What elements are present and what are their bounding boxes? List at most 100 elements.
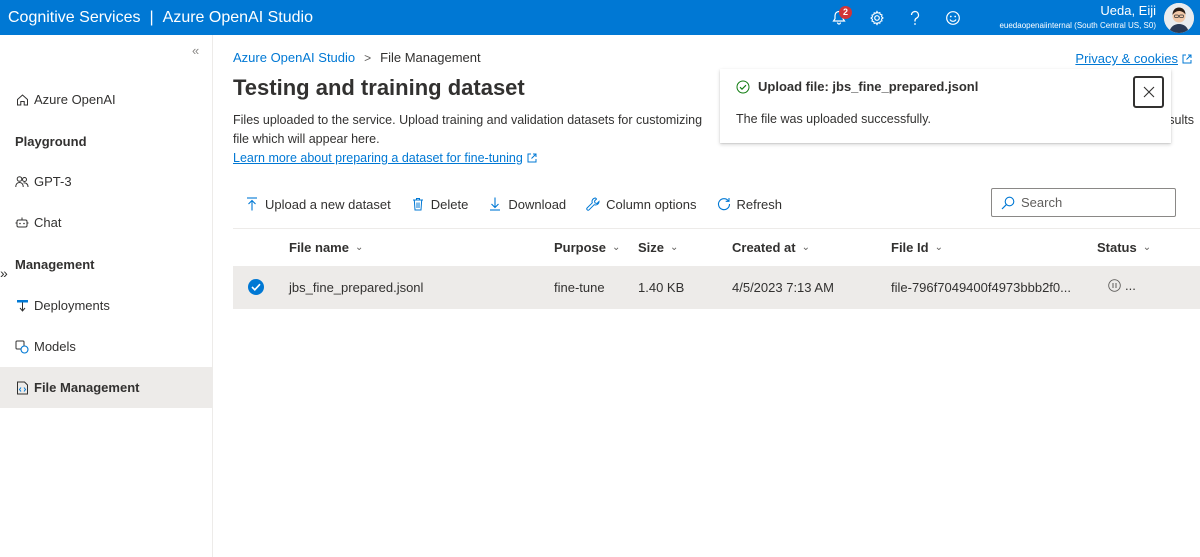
breadcrumb-root-link[interactable]: Azure OpenAI Studio: [233, 50, 355, 65]
cell-size: 1.40 KB: [638, 280, 685, 295]
top-bar: Cognitive Services | Azure OpenAI Studio…: [0, 0, 1200, 35]
column-header-label: Created at: [732, 240, 796, 255]
column-header-label: Purpose: [554, 240, 607, 255]
collapse-sidebar-button[interactable]: «: [192, 43, 199, 58]
search-box[interactable]: [991, 188, 1176, 217]
models-icon: [15, 340, 29, 354]
feedback-button[interactable]: [934, 0, 972, 35]
gear-icon: [870, 9, 884, 26]
column-header-file-id[interactable]: File Id ⌄: [891, 240, 943, 255]
cell-file-name: jbs_fine_prepared.jsonl: [289, 280, 424, 295]
brand: Cognitive Services | Azure OpenAI Studio: [0, 9, 313, 27]
feedback-smiley-icon: [946, 10, 960, 25]
brand-azure-openai-studio[interactable]: Azure OpenAI Studio: [163, 9, 313, 27]
settings-button[interactable]: [858, 0, 896, 35]
sidebar-heading-management: Management: [15, 257, 95, 272]
chat-bot-icon: [15, 216, 29, 230]
close-icon: [1143, 86, 1154, 98]
column-header-created-at[interactable]: Created at ⌄: [732, 240, 810, 255]
column-header-label: Status: [1097, 240, 1137, 255]
brand-cognitive-services[interactable]: Cognitive Services: [8, 9, 141, 27]
row-selected-checkbox[interactable]: [248, 279, 264, 295]
column-header-label: File Id: [891, 240, 929, 255]
column-header-size[interactable]: Size ⌄: [638, 240, 678, 255]
people-icon: [15, 175, 29, 189]
delete-label: Delete: [430, 196, 469, 212]
checkmark-icon: [251, 283, 261, 291]
sidebar-item-label: File Management: [34, 380, 140, 395]
status-label: ...: [1125, 278, 1136, 293]
chevron-down-icon: ⌄: [801, 242, 810, 253]
cell-status: ...: [1108, 278, 1136, 293]
sidebar-heading-playground: Playground: [15, 134, 87, 149]
chevron-down-icon: ⌄: [1142, 242, 1152, 253]
upload-dataset-label: Upload a new dataset: [265, 196, 391, 212]
help-icon: [910, 10, 920, 25]
close-toast-button[interactable]: [1133, 76, 1164, 108]
trash-icon: [411, 197, 425, 211]
sidebar-item-file-management[interactable]: File Management: [0, 367, 212, 408]
sidebar-item-label: Chat: [34, 215, 62, 230]
privacy-link[interactable]: Privacy & cookies: [1075, 51, 1192, 66]
column-header-label: File name: [289, 240, 349, 255]
cell-created-at: 4/5/2023 7:13 AM: [732, 280, 834, 295]
refresh-icon: [717, 197, 731, 211]
table-header: File name ⌄ Purpose ⌄ Size ⌄ Created at …: [233, 228, 1200, 266]
column-options-button[interactable]: Column options: [574, 186, 704, 222]
file-code-icon: [15, 381, 29, 395]
notification-badge: 2: [839, 6, 852, 19]
chevron-down-icon: ⌄: [934, 242, 943, 253]
column-header-label: Size: [638, 240, 665, 255]
toast-title: Upload file: jbs_fine_prepared.jsonl: [736, 79, 978, 94]
table-row[interactable]: jbs_fine_prepared.jsonl fine-tune 1.40 K…: [233, 266, 1200, 309]
upload-dataset-button[interactable]: Upload a new dataset: [233, 186, 399, 222]
account-info[interactable]: Ueda, Eiji euedaopenaiinternal (South Ce…: [999, 4, 1156, 30]
sidebar-item-label: Azure OpenAI: [34, 92, 116, 107]
sidebar-item-label: Deployments: [34, 298, 110, 313]
download-icon: [488, 197, 502, 211]
sidebar-item-chat[interactable]: Chat: [0, 202, 212, 243]
success-check-icon: [736, 80, 750, 93]
sidebar-item-azure-openai[interactable]: Azure OpenAI: [0, 79, 212, 120]
avatar-image: [1164, 3, 1194, 33]
sidebar-item-deployments[interactable]: Deployments: [0, 285, 212, 326]
notifications-button[interactable]: 2: [820, 0, 858, 35]
search-input[interactable]: [1021, 195, 1161, 210]
user-tenant: euedaopenaiinternal (South Central US, S…: [999, 21, 1156, 30]
column-header-file-name[interactable]: File name ⌄: [289, 240, 363, 255]
search-icon: [1001, 196, 1015, 209]
column-options-label: Column options: [606, 196, 697, 212]
description-line-1: Files uploaded to the service. Upload tr…: [233, 113, 703, 127]
chevron-down-icon: ⌄: [612, 242, 621, 253]
chevron-down-icon: ⌄: [670, 242, 679, 253]
user-name: Ueda, Eiji: [1100, 3, 1156, 18]
wrench-icon: [586, 197, 600, 211]
avatar[interactable]: [1164, 3, 1194, 33]
delete-button[interactable]: Delete: [399, 186, 477, 222]
expand-chevron-icon[interactable]: »: [0, 265, 8, 281]
toast-message: The file was uploaded successfully.: [736, 112, 932, 126]
learn-more-link[interactable]: Learn more about preparing a dataset for…: [233, 151, 537, 165]
description-line-1-tail: sults: [1168, 113, 1194, 127]
breadcrumb: Azure OpenAI Studio > File Management: [233, 50, 481, 65]
learn-more-label: Learn more about preparing a dataset for…: [233, 151, 523, 165]
top-icons: 2: [820, 0, 972, 35]
breadcrumb-separator: >: [364, 50, 372, 65]
column-header-status[interactable]: Status ⌄: [1097, 240, 1151, 255]
download-button[interactable]: Download: [476, 186, 574, 222]
column-header-purpose[interactable]: Purpose ⌄: [554, 240, 620, 255]
brand-separator: |: [149, 8, 154, 26]
sidebar-item-gpt3[interactable]: GPT-3: [0, 161, 212, 202]
sidebar-item-label: Models: [34, 339, 76, 354]
pause-circle-icon: [1108, 279, 1121, 292]
sidebar: « Azure OpenAI Playground GPT-3 Chat Man…: [0, 35, 213, 557]
refresh-button[interactable]: Refresh: [705, 186, 791, 222]
help-button[interactable]: [896, 0, 934, 35]
sidebar-item-models[interactable]: Models: [0, 326, 212, 367]
cell-purpose: fine-tune: [554, 280, 605, 295]
upload-icon: [245, 197, 259, 211]
sidebar-item-label: GPT-3: [34, 174, 72, 189]
page-title: Testing and training dataset: [233, 75, 525, 100]
external-link-icon: [527, 153, 537, 163]
chevron-down-icon: ⌄: [354, 242, 364, 253]
